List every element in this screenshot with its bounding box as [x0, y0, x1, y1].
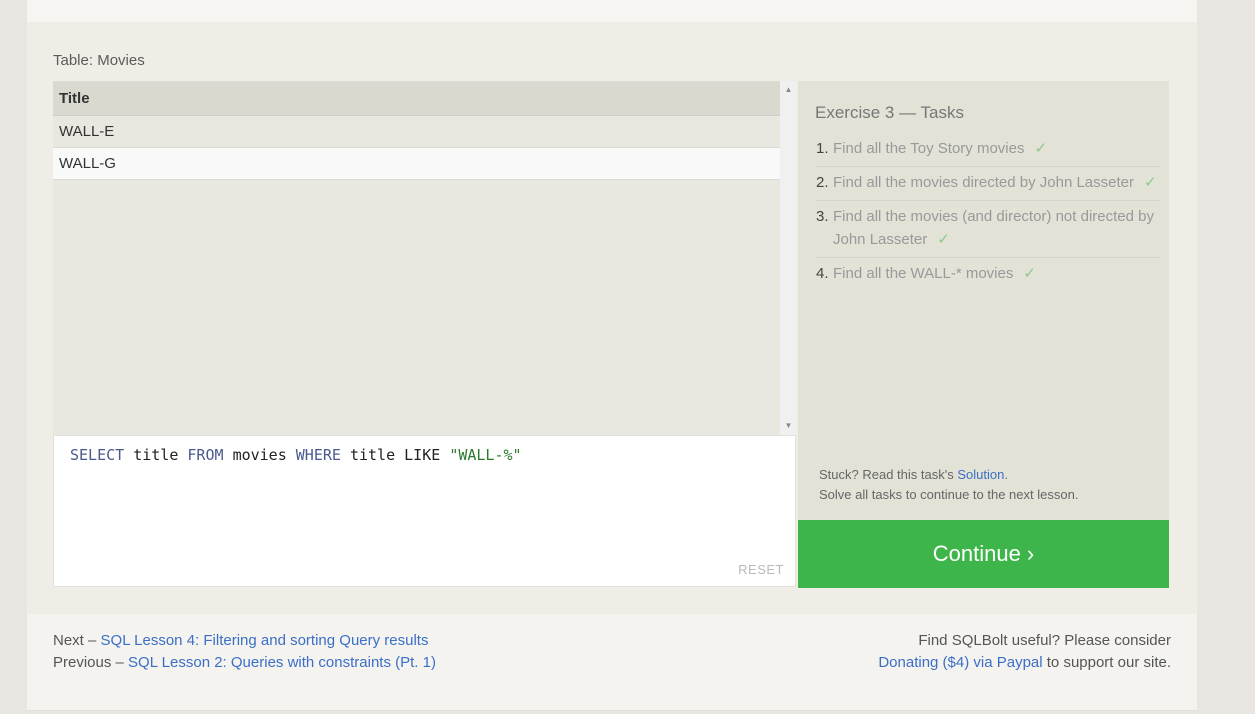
support-text: to support our site. — [1046, 654, 1171, 671]
tasks-title: Exercise 3 — Tasks — [815, 103, 964, 122]
donate-line: Donating ($4) via Paypal to support our … — [878, 652, 1171, 674]
task-number: 4. — [816, 265, 829, 282]
sql-editor[interactable]: SELECT title FROM movies WHERE title LIK… — [53, 435, 796, 587]
top-strip — [27, 0, 1197, 22]
task-label: Find all the movies (and director) not d… — [833, 208, 1154, 248]
useful-text: Find SQLBolt useful? Please consider — [918, 632, 1171, 649]
donation-note: Find SQLBolt useful? Please consider Don… — [878, 630, 1171, 674]
continue-button[interactable]: Continue › — [798, 520, 1169, 588]
task-text: Find all the movies directed by John Las… — [833, 171, 1161, 194]
table-row: WALL-G — [53, 148, 780, 180]
task-number: 2. — [816, 174, 829, 191]
task-label: Find all the WALL-* movies — [833, 265, 1014, 282]
checkmark-icon: ✓ — [1034, 140, 1048, 157]
list-item: 1. Find all the Toy Story movies ✓ — [816, 133, 1161, 167]
tasks-panel: Exercise 3 — Tasks 1. Find all the Toy S… — [798, 81, 1169, 520]
table-row: WALL-E — [53, 116, 780, 148]
list-item: 4. Find all the WALL-* movies ✓ — [816, 258, 1161, 291]
previous-lesson: Previous – SQL Lesson 2: Queries with co… — [53, 652, 436, 674]
sql-keyword-select: SELECT — [70, 446, 125, 464]
task-text: Find all the Toy Story movies ✓ — [833, 137, 1161, 160]
sql-column-where: title — [349, 446, 396, 464]
sql-pattern: "WALL-%" — [449, 446, 522, 464]
task-text: Find all the WALL-* movies ✓ — [833, 262, 1161, 285]
task-text: Find all the movies (and director) not d… — [833, 205, 1161, 251]
stuck-line: Stuck? Read this task's Solution. — [819, 465, 1078, 485]
checkmark-icon: ✓ — [937, 231, 950, 248]
task-list: 1. Find all the Toy Story movies ✓ 2. Fin… — [816, 133, 1161, 291]
checkmark-icon: ✓ — [1144, 174, 1157, 191]
results-header-title: Title — [53, 82, 780, 116]
task-number: 1. — [816, 140, 829, 157]
lesson-navigation: Next – SQL Lesson 4: Filtering and sorti… — [53, 630, 436, 674]
stuck-hint: Stuck? Read this task's Solution. Solve … — [819, 465, 1078, 505]
donate-link[interactable]: Donating ($4) via Paypal — [878, 654, 1042, 671]
list-item: 2. Find all the movies directed by John … — [816, 167, 1161, 201]
results-table: Title WALL-E WALL-G — [53, 81, 780, 436]
exercise-area: Table: Movies Title WALL-E WALL-G ▲ ▼ SE… — [27, 22, 1197, 614]
sql-keyword-from: FROM — [187, 446, 224, 464]
sql-keyword-where: WHERE — [295, 446, 341, 464]
results-scrollbar[interactable]: ▲ ▼ — [780, 81, 797, 435]
sql-column: title — [133, 446, 179, 464]
page: Table: Movies Title WALL-E WALL-G ▲ ▼ SE… — [27, 0, 1197, 711]
next-lesson: Next – SQL Lesson 4: Filtering and sorti… — [53, 630, 436, 652]
prev-prefix: Previous – — [53, 654, 124, 671]
task-label: Find all the movies directed by John Las… — [833, 174, 1134, 191]
footer-divider — [27, 710, 1197, 711]
scroll-down-arrow-icon[interactable]: ▼ — [780, 419, 797, 433]
sql-query[interactable]: SELECT title FROM movies WHERE title LIK… — [70, 446, 522, 464]
list-item: 3. Find all the movies (and director) no… — [816, 201, 1161, 258]
checkmark-icon: ✓ — [1023, 265, 1036, 282]
next-lesson-link[interactable]: SQL Lesson 4: Filtering and sorting Quer… — [101, 632, 429, 649]
solution-link[interactable]: Solution — [957, 467, 1004, 482]
task-number: 3. — [816, 208, 829, 225]
sql-operator-like: LIKE — [404, 446, 441, 464]
table-caption: Table: Movies — [53, 52, 145, 69]
stuck-prefix: Stuck? Read this task's — [819, 467, 954, 482]
scroll-up-arrow-icon[interactable]: ▲ — [780, 83, 797, 97]
reset-button[interactable]: RESET — [738, 562, 784, 577]
sql-table: movies — [232, 446, 287, 464]
stuck-suffix: . — [1004, 467, 1008, 482]
task-label: Find all the Toy Story movies — [833, 140, 1025, 157]
solve-all-text: Solve all tasks to continue to the next … — [819, 487, 1079, 502]
next-prefix: Next – — [53, 632, 97, 649]
previous-lesson-link[interactable]: SQL Lesson 2: Queries with constraints (… — [128, 654, 436, 671]
